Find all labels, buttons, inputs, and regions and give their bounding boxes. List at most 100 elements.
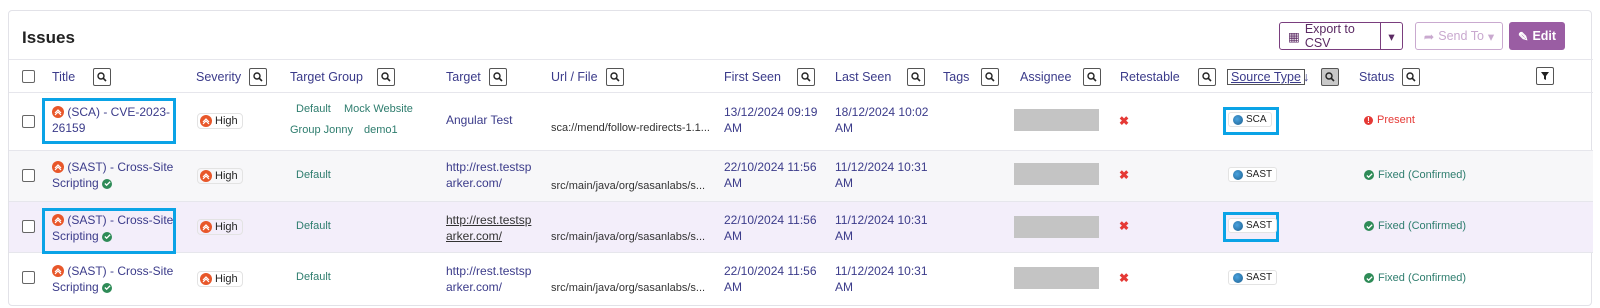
last-seen-date: 18/12/2024 10:02 AM xyxy=(835,104,928,136)
caret-down-icon: ▾ xyxy=(1388,29,1395,44)
url-file-text: src/main/java/org/sasanlabs/s... xyxy=(551,231,706,243)
search-icon[interactable] xyxy=(1321,68,1340,86)
date-line: 11/12/2024 10:31 xyxy=(835,160,928,174)
target-group-tag[interactable]: Mock Website xyxy=(344,103,413,115)
column-last-seen[interactable]: Last Seen xyxy=(835,60,926,94)
column-source-type[interactable]: Source Type ↓ xyxy=(1227,60,1340,94)
table-header: Title Severity Target Group Target Url /… xyxy=(9,59,1593,93)
globe-icon xyxy=(1233,220,1243,231)
export-dropdown-button[interactable]: ▾ xyxy=(1381,22,1403,50)
edit-label: Edit xyxy=(1532,29,1557,43)
table-row[interactable]: (SAST) - Cross-Site Scripting High Defau… xyxy=(9,253,1593,305)
column-target[interactable]: Target xyxy=(446,60,507,94)
target-link[interactable]: http://rest.testsp arker.com/ xyxy=(446,159,531,191)
severity-badge: High xyxy=(197,219,243,235)
export-csv-button[interactable]: ▦ Export to CSV xyxy=(1279,22,1381,50)
date-line: AM xyxy=(835,229,853,243)
row-checkbox[interactable] xyxy=(22,115,35,128)
column-label: Assignee xyxy=(1020,70,1072,84)
search-icon[interactable] xyxy=(907,68,926,86)
severity-label: High xyxy=(215,170,238,182)
date-line: AM xyxy=(724,280,742,294)
target-line: arker.com/ xyxy=(446,280,503,294)
column-tags[interactable]: Tags xyxy=(943,60,1000,94)
export-csv-label: Export to CSV xyxy=(1304,22,1355,50)
table-row[interactable]: (SCA) - CVE-2023- 26159 High Default Moc… xyxy=(9,93,1593,151)
globe-icon xyxy=(1233,272,1243,283)
search-icon[interactable] xyxy=(605,68,624,86)
url-file-text: src/main/java/org/sasanlabs/s... xyxy=(551,282,706,294)
send-to-label: Send To xyxy=(1438,29,1484,43)
column-label: Status xyxy=(1359,70,1395,84)
status-label: Present xyxy=(1377,114,1415,126)
select-all-checkbox[interactable] xyxy=(22,70,35,83)
last-seen-date: 11/12/2024 10:31 AM xyxy=(835,159,928,191)
column-label: Url / File xyxy=(551,70,598,84)
target-line: http://rest.testsp xyxy=(446,264,532,278)
search-icon[interactable] xyxy=(1083,68,1102,86)
row-checkbox[interactable] xyxy=(22,271,35,284)
issue-title-link[interactable]: (SCA) - CVE-2023- 26159 xyxy=(52,104,172,136)
send-to-button[interactable]: ➦ Send To ▾ xyxy=(1415,22,1503,50)
date-line: AM xyxy=(835,280,853,294)
search-icon[interactable] xyxy=(249,68,268,86)
not-retestable-icon: ✖ xyxy=(1119,114,1130,128)
date-line: 22/10/2024 11:56 xyxy=(724,264,817,278)
status-fixed: Fixed (Confirmed) xyxy=(1364,272,1466,284)
table-row[interactable]: (SAST) - Cross-Site Scripting High Defau… xyxy=(9,202,1593,254)
filter-icon[interactable] xyxy=(1536,67,1554,85)
column-retestable[interactable]: Retestable xyxy=(1120,60,1216,94)
alert-icon: ! xyxy=(1364,115,1373,125)
table-row[interactable]: (SAST) - Cross-Site Scripting High Defau… xyxy=(9,151,1593,202)
date-line: 13/12/2024 09:19 xyxy=(724,105,818,119)
column-url-file[interactable]: Url / File xyxy=(551,60,624,94)
target-group-tag[interactable]: Group Jonny xyxy=(290,124,353,136)
issue-title-link[interactable]: (SAST) - Cross-Site Scripting xyxy=(52,212,177,244)
issue-title-link[interactable]: (SAST) - Cross-Site Scripting xyxy=(52,263,177,295)
issue-title-link[interactable]: (SAST) - Cross-Site Scripting xyxy=(52,159,177,191)
issue-title-line: Scripting xyxy=(52,280,99,294)
search-icon[interactable] xyxy=(981,68,1000,86)
verified-check-icon xyxy=(102,231,113,242)
column-target-group[interactable]: Target Group xyxy=(290,60,395,94)
search-icon[interactable] xyxy=(1402,68,1421,86)
column-label: Target Group xyxy=(290,70,363,84)
target-line: http://rest.testsp xyxy=(446,160,532,174)
target-link[interactable]: Angular Test xyxy=(446,112,513,128)
target-group-tag[interactable]: demo1 xyxy=(364,124,398,136)
edit-button[interactable]: ✎ Edit xyxy=(1509,22,1565,50)
check-circle-icon xyxy=(1364,221,1374,231)
status-label: Fixed (Confirmed) xyxy=(1378,220,1467,232)
search-icon[interactable] xyxy=(796,68,815,86)
not-retestable-icon: ✖ xyxy=(1119,271,1130,285)
severity-label: High xyxy=(215,221,238,233)
search-icon[interactable] xyxy=(376,68,395,86)
target-group-tag[interactable]: Default xyxy=(296,271,331,283)
last-seen-date: 11/12/2024 10:31 AM xyxy=(835,212,928,244)
column-title[interactable]: Title xyxy=(52,60,112,94)
search-icon[interactable] xyxy=(93,68,112,86)
first-seen-date: 22/10/2024 11:56 AM xyxy=(724,212,817,244)
column-label: Target xyxy=(446,70,481,84)
severity-high-icon xyxy=(200,170,212,182)
date-line: 11/12/2024 10:31 xyxy=(835,213,928,227)
row-checkbox[interactable] xyxy=(22,220,35,233)
search-icon[interactable] xyxy=(488,68,507,86)
not-retestable-icon: ✖ xyxy=(1119,168,1130,182)
url-file-text: src/main/java/org/sasanlabs/s... xyxy=(551,180,706,192)
column-assignee[interactable]: Assignee xyxy=(1020,60,1102,94)
column-severity[interactable]: Severity xyxy=(196,60,268,94)
issue-title-line: 26159 xyxy=(52,121,86,135)
target-group-tag[interactable]: Default xyxy=(296,103,331,115)
target-link[interactable]: http://rest.testsp arker.com/ xyxy=(446,263,531,295)
target-group-tag[interactable]: Default xyxy=(296,169,331,181)
column-status[interactable]: Status xyxy=(1359,60,1421,94)
severity-high-icon xyxy=(200,115,212,127)
row-checkbox[interactable] xyxy=(22,169,35,182)
target-line: arker.com/ xyxy=(446,229,503,243)
target-group-tag[interactable]: Default xyxy=(296,220,331,232)
target-link[interactable]: http://rest.testsp arker.com/ xyxy=(446,212,531,244)
search-icon[interactable] xyxy=(1197,68,1216,86)
status-label: Fixed (Confirmed) xyxy=(1378,169,1467,181)
column-first-seen[interactable]: First Seen xyxy=(724,60,815,94)
